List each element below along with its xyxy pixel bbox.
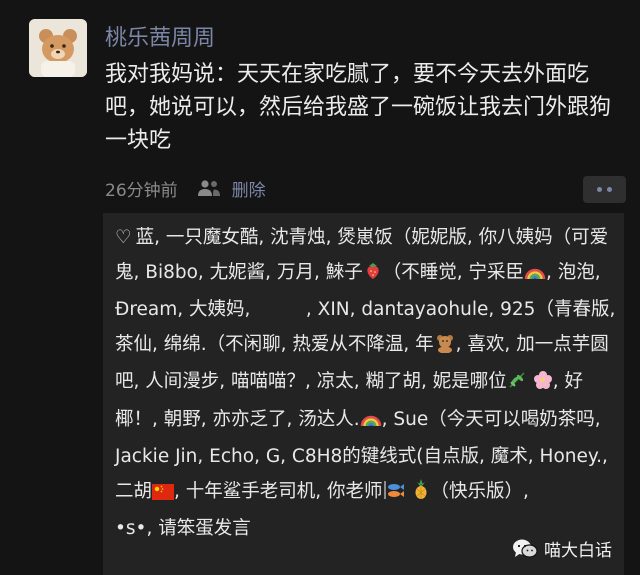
teddy-bear-icon (434, 331, 456, 366)
avatar[interactable] (29, 19, 87, 77)
people-icon (197, 180, 220, 196)
pineapple-icon (412, 478, 430, 513)
watermark: 喵大白话 (512, 536, 612, 561)
more-button[interactable] (583, 176, 626, 203)
watermark-text: 喵大白话 (544, 541, 612, 561)
china-flag-icon (152, 478, 175, 513)
likes-segment: , 十年鲨手老司机, 你老师 (174, 480, 383, 502)
post-text: 我对我妈说：天天在家吃腻了，要不今天去外面吃吧，她说可以，然后给我盛了一碗饭让我… (105, 62, 612, 153)
delete-button[interactable]: 删除 (232, 176, 266, 201)
fish-icon (383, 478, 407, 513)
more-icon (597, 187, 602, 192)
post-time: 26分钟前 (105, 180, 178, 201)
likes-list: ♡ 蓝, 一只魔女酷, 沈青烛, 煲崽饭（妮妮版, 你八姨妈（可爱鬼, Bi8bo… (115, 221, 640, 547)
wechat-icon (513, 539, 538, 558)
likes-segment: （不睡觉, 宁采臣 (382, 261, 524, 283)
rainbow-icon (524, 259, 546, 294)
heart-icon: ♡ (115, 227, 132, 248)
flower-icon (533, 368, 553, 403)
author-name[interactable]: 桃乐茜周周 (105, 20, 215, 52)
strawberry-icon (363, 259, 383, 294)
rainbow-icon (360, 406, 382, 441)
avatar-teddy-bear (29, 19, 87, 77)
likes-panel: ♡ 蓝, 一只魔女酷, 沈青烛, 煲崽饭（妮妮版, 你八姨妈（可爱鬼, Bi8bo… (103, 213, 640, 575)
post-meta: 26分钟前 删除 (105, 174, 625, 202)
herb-icon (507, 368, 527, 403)
